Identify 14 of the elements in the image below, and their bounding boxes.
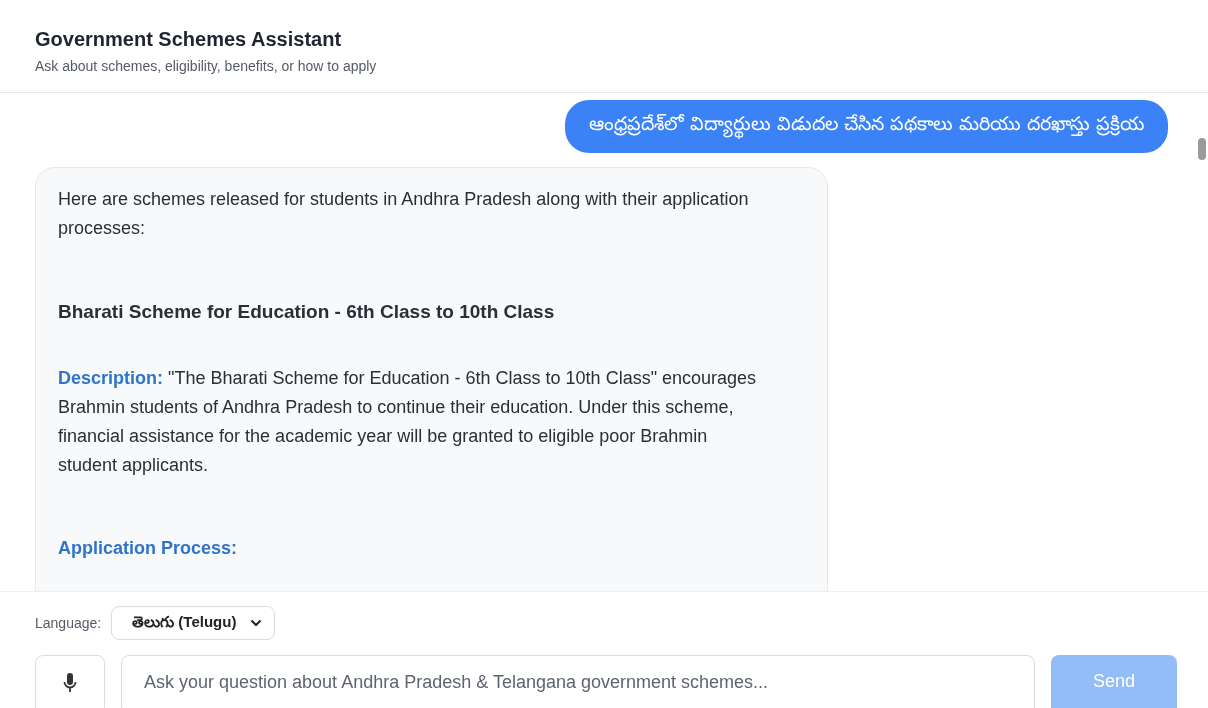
chevron-down-icon xyxy=(250,619,263,627)
scheme-heading: Bharati Scheme for Education - 6th Class to 10th Class xyxy=(58,300,556,324)
language-label: Language: xyxy=(35,615,102,631)
section-label: Application Process: xyxy=(58,537,239,560)
question-input-field[interactable]: Ask your question about Andhra Pradesh & Telangana government schemes... xyxy=(121,655,1035,708)
app-subtitle: Ask about schemes, eligibility, benefits, or how to apply xyxy=(35,58,377,74)
microphone-button[interactable] xyxy=(35,655,105,708)
message-paragraph: Here are schemes released for students in Andhra Pradesh along with their application processes: xyxy=(58,188,750,240)
microphone-icon xyxy=(63,672,77,694)
user-message: ఆంధ్రప్రదేశ్‌లో విద్యార్థులు విడుదల చేసిన పథకాలు మరియు దరఖాస్తు ప్రక్రియ xyxy=(564,100,1168,153)
language-dropdown[interactable]: తెలుగు (Telugu) xyxy=(111,606,276,640)
app-title: Government Schemes Assistant xyxy=(35,28,342,51)
message-paragraph: Description: "The Bharati Scheme for Education - 6th Class to 10th Class" encourages Brahmin students of Andhra Pradesh to continue their education. Under this scheme, financial assistance for the academic year will be granted to eligible poor Brahmin student applicants. xyxy=(58,367,758,477)
scrollbar-thumb[interactable] xyxy=(1198,138,1206,160)
